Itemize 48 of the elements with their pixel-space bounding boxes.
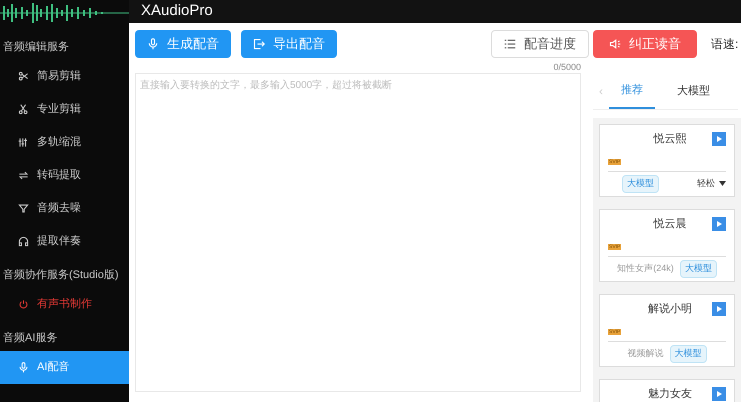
headphones-icon xyxy=(18,236,29,247)
voice-name: 悦云晨 xyxy=(652,216,688,232)
voice-name: 魅力女友 xyxy=(647,386,693,402)
microphone-icon xyxy=(18,362,29,373)
progress-button[interactable]: 配音进度 xyxy=(491,30,589,58)
voice-description: 知性女声(24k) xyxy=(617,262,674,275)
voice-description: 视频解说 xyxy=(628,347,664,360)
dropdown-caret-icon xyxy=(719,181,726,186)
style-dropdown[interactable]: 轻松 xyxy=(697,177,726,190)
play-icon xyxy=(716,136,722,142)
model-tag: 大模型 xyxy=(680,260,717,278)
sidebar-item[interactable]: 多轨缩混 xyxy=(0,126,129,159)
play-icon xyxy=(716,220,722,227)
play-button[interactable] xyxy=(712,302,726,316)
export-icon xyxy=(253,38,265,50)
sidebar-item[interactable]: 转码提取 xyxy=(0,159,129,192)
sidebar-item[interactable]: 音频去噪 xyxy=(0,192,129,225)
list-icon xyxy=(504,38,516,50)
model-tag: 大模型 xyxy=(670,345,706,362)
app-title: XAudioPro xyxy=(141,1,213,21)
microphone-icon xyxy=(147,38,159,50)
voice-card[interactable]: 魅力女友 xyxy=(599,378,735,402)
speaker-icon xyxy=(609,38,621,50)
sidebar-heading: 音频编辑服务 xyxy=(2,40,70,55)
sidebar-heading: 音频AI服务 xyxy=(2,330,58,346)
scissors-icon xyxy=(18,71,29,82)
play-icon xyxy=(716,390,722,397)
scissors-icon xyxy=(18,104,29,115)
voice-tab[interactable]: 大模型 xyxy=(665,73,722,109)
text-input-field[interactable]: 直接输入要转换的文字，最多输入5000字，超过将被截断 xyxy=(135,72,581,392)
sliders-icon xyxy=(18,137,29,148)
sidebar-item[interactable]: 有声书制作 xyxy=(0,288,129,321)
power-icon xyxy=(18,299,29,310)
sidebar-heading: 音频协作服务(Studio版) xyxy=(2,268,120,283)
character-counter: 0/5000 xyxy=(552,60,582,72)
funnel-icon xyxy=(18,203,29,214)
voice-name: 解说小明 xyxy=(647,302,693,316)
sidebar-item[interactable]: 简易剪辑 xyxy=(0,60,129,93)
play-button[interactable] xyxy=(712,132,726,146)
voice-name: 悦云熙 xyxy=(652,132,688,146)
play-icon xyxy=(716,306,722,312)
sidebar-item[interactable]: 专业剪辑 xyxy=(0,93,129,126)
swap-arrows-icon xyxy=(18,170,29,181)
model-tag: 大模型 xyxy=(622,175,659,192)
play-button[interactable] xyxy=(712,216,726,231)
play-button[interactable] xyxy=(712,386,726,401)
speed-label: 语速: xyxy=(711,36,738,52)
sidebar-item[interactable]: 提取伴奏 xyxy=(0,225,129,258)
